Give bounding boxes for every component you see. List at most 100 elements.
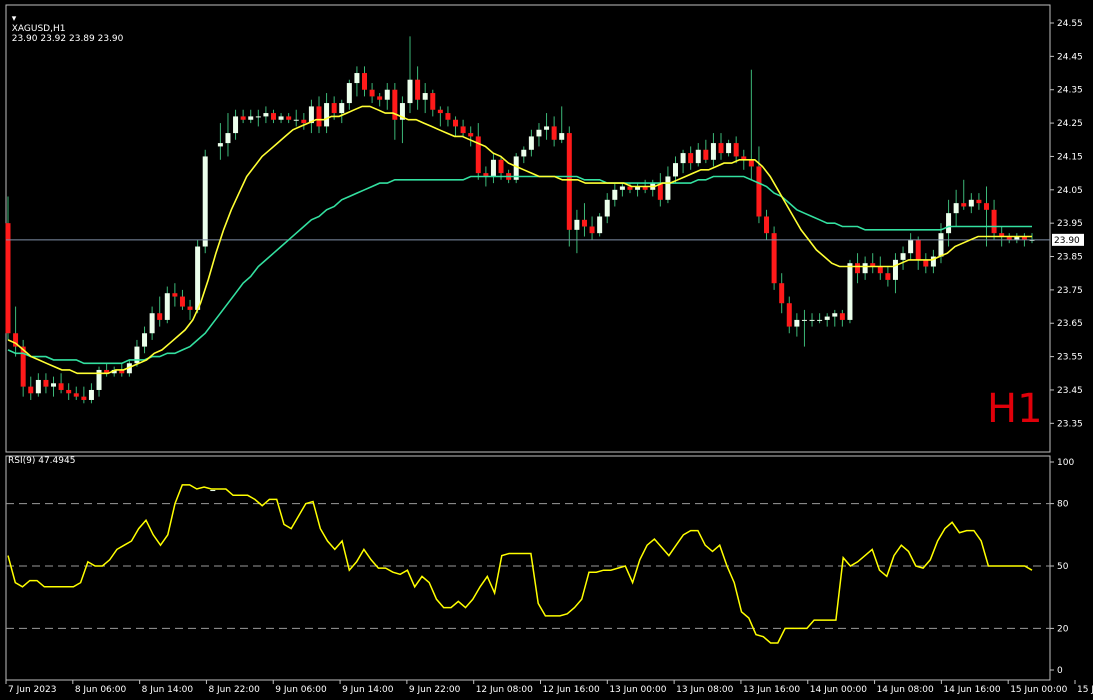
candle-body bbox=[217, 143, 223, 147]
candle-body bbox=[847, 263, 853, 320]
price-tick-label: 23.45 bbox=[1057, 386, 1083, 396]
candle-body bbox=[809, 319, 815, 321]
candle-body bbox=[672, 163, 678, 177]
candle-body bbox=[733, 143, 739, 157]
candle-body bbox=[824, 316, 830, 320]
candle-body bbox=[316, 106, 322, 127]
candle-body bbox=[233, 116, 239, 134]
candle-body bbox=[324, 103, 330, 127]
chart-background bbox=[0, 0, 1093, 700]
candle-body bbox=[923, 259, 929, 267]
candle-body bbox=[885, 273, 891, 280]
rsi-tick-label: 50 bbox=[1057, 562, 1069, 572]
time-tick-label: 8 Jun 14:00 bbox=[142, 685, 194, 695]
candle-body bbox=[460, 126, 466, 134]
candle-body bbox=[369, 89, 375, 97]
candle-body bbox=[771, 233, 777, 284]
candle-body bbox=[688, 153, 694, 164]
price-tick-label: 23.35 bbox=[1057, 419, 1083, 429]
candle-body bbox=[908, 239, 914, 254]
candle-body bbox=[832, 313, 838, 317]
candle-body bbox=[377, 96, 383, 100]
candle-body bbox=[149, 313, 155, 334]
candle-body bbox=[961, 203, 967, 207]
candle-body bbox=[339, 103, 345, 114]
candle-body bbox=[559, 133, 565, 140]
candle-body bbox=[346, 83, 352, 104]
candle-body bbox=[938, 233, 944, 257]
candle-body bbox=[157, 313, 163, 320]
price-tick-label: 24.45 bbox=[1057, 52, 1083, 62]
candle-body bbox=[28, 386, 34, 394]
candle-body bbox=[946, 213, 952, 234]
candle-body bbox=[604, 199, 610, 217]
candle-body bbox=[58, 383, 64, 390]
trading-chart[interactable]: 24.55 24.45 24.35 24.25 24.15 24.05 23.95 23.85… bbox=[0, 0, 1093, 700]
time-tick-label: 13 Jun 00:00 bbox=[609, 685, 666, 695]
candle-body bbox=[619, 186, 625, 190]
candle-body bbox=[354, 73, 360, 84]
time-tick-label: 7 Jun 2023 bbox=[8, 685, 56, 695]
current-price-tag: 23.90 bbox=[1052, 233, 1084, 246]
candle-body bbox=[718, 143, 724, 154]
candle-body bbox=[976, 199, 982, 204]
candle-body bbox=[142, 333, 148, 347]
candle-body bbox=[551, 126, 557, 140]
time-tick-label: 9 Jun 22:00 bbox=[409, 685, 461, 695]
time-tick-label: 12 Jun 16:00 bbox=[543, 685, 600, 695]
dropdown-triangle-icon[interactable]: ▾ bbox=[12, 14, 17, 24]
rsi-tick-label: 80 bbox=[1057, 500, 1069, 510]
candle-body bbox=[748, 159, 754, 167]
candle-body bbox=[225, 133, 231, 144]
candle-body bbox=[195, 246, 201, 310]
candle-body bbox=[983, 203, 989, 210]
candle-body bbox=[574, 219, 580, 230]
candle-body bbox=[566, 133, 572, 230]
candle-body bbox=[73, 393, 79, 397]
candle-body bbox=[968, 199, 974, 207]
candle-body bbox=[794, 319, 800, 327]
price-tick-label: 23.85 bbox=[1057, 253, 1083, 263]
candle-body bbox=[179, 296, 185, 307]
candle-body bbox=[839, 313, 845, 320]
candle-body bbox=[81, 396, 87, 400]
candle-body bbox=[862, 263, 868, 274]
candle-body bbox=[415, 79, 421, 100]
time-tick-label: 13 Jun 08:00 bbox=[676, 685, 733, 695]
candle-body bbox=[900, 253, 906, 260]
candle-body bbox=[786, 303, 792, 327]
candle-body bbox=[210, 490, 216, 492]
candle-body bbox=[430, 93, 436, 110]
time-tick-label: 8 Jun 22:00 bbox=[208, 685, 260, 695]
candle-body bbox=[589, 226, 595, 234]
candle-body bbox=[877, 266, 883, 274]
candle-body bbox=[665, 176, 671, 200]
time-tick-label: 13 Jun 16:00 bbox=[743, 685, 800, 695]
price-tick-label: 23.95 bbox=[1057, 219, 1083, 229]
candle-body bbox=[248, 116, 254, 120]
candle-body bbox=[35, 379, 41, 394]
candle-body bbox=[915, 239, 921, 260]
candle-body bbox=[892, 259, 898, 280]
candle-body bbox=[331, 103, 337, 114]
candle-body bbox=[66, 389, 72, 394]
candle-body bbox=[255, 116, 261, 118]
candle-body bbox=[134, 346, 140, 364]
candle-body bbox=[278, 116, 284, 120]
candle-body bbox=[756, 166, 762, 217]
candle-body bbox=[407, 79, 413, 104]
price-tick-label: 23.55 bbox=[1057, 353, 1083, 363]
price-tag-text: 23.90 bbox=[1054, 236, 1080, 246]
candle-body bbox=[453, 119, 459, 127]
candle-body bbox=[43, 379, 49, 387]
time-tick-label: 12 Jun 08:00 bbox=[476, 685, 533, 695]
symbol-name: XAGUSD,H1 bbox=[11, 24, 66, 34]
rsi-tick-label: 0 bbox=[1057, 666, 1063, 676]
time-tick-label: 14 Jun 08:00 bbox=[877, 685, 934, 695]
candle-body bbox=[536, 129, 542, 137]
candle-body bbox=[437, 109, 443, 114]
candle-body bbox=[187, 306, 193, 310]
candle-body bbox=[301, 119, 307, 124]
candle-body bbox=[764, 216, 770, 234]
candle-body bbox=[240, 116, 246, 120]
